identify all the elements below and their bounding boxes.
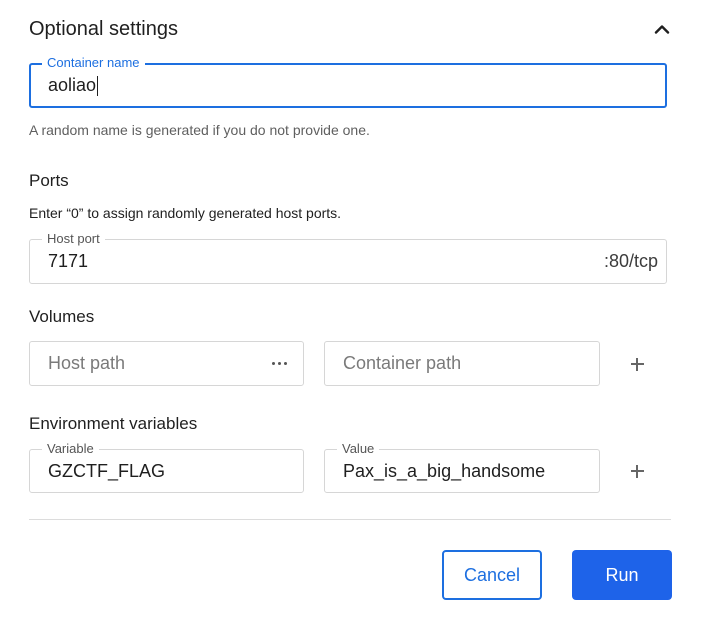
divider xyxy=(29,519,671,520)
collapse-button[interactable] xyxy=(647,14,677,44)
container-name-field[interactable]: Container name aoliao xyxy=(29,56,667,108)
host-path-field[interactable]: Host path xyxy=(29,341,304,386)
cancel-button[interactable]: Cancel xyxy=(442,550,542,600)
optional-settings-panel: Optional settings Container name aoliao … xyxy=(0,0,712,625)
chevron-up-icon xyxy=(654,25,670,34)
ports-heading: Ports xyxy=(29,171,69,190)
volumes-heading: Volumes xyxy=(29,307,95,326)
host-port-field[interactable]: Host port 7171 :80/tcp xyxy=(29,232,667,284)
run-button[interactable]: Run xyxy=(572,550,672,600)
env-variable-field[interactable]: Variable GZCTF_FLAG xyxy=(29,442,304,493)
container-port-suffix: :80/tcp xyxy=(603,251,658,271)
container-name-label: Container name xyxy=(42,56,145,70)
ports-description: Enter “0” to assign randomly generated h… xyxy=(29,205,342,221)
container-path-field[interactable]: Container path xyxy=(324,341,600,386)
env-variable-label: Variable xyxy=(42,442,99,456)
more-horizontal-icon[interactable] xyxy=(272,362,287,365)
host-path-input[interactable]: Host path xyxy=(48,353,125,374)
add-env-variable-button[interactable] xyxy=(622,456,652,486)
env-value-input[interactable]: Pax_is_a_big_handsome xyxy=(343,461,545,482)
host-port-label: Host port xyxy=(42,232,105,246)
plus-icon xyxy=(630,357,644,371)
env-variable-input[interactable]: GZCTF_FLAG xyxy=(48,461,165,482)
container-name-value: aoliao xyxy=(48,74,97,95)
container-name-helper: A random name is generated if you do not… xyxy=(29,122,370,138)
env-value-label: Value xyxy=(337,442,380,456)
optional-settings-header[interactable]: Optional settings xyxy=(29,14,671,44)
text-caret xyxy=(97,76,99,97)
container-name-input[interactable]: aoliao xyxy=(48,74,99,97)
section-title: Optional settings xyxy=(29,17,178,40)
plus-icon xyxy=(630,464,644,478)
add-volume-button[interactable] xyxy=(622,349,652,379)
container-path-input[interactable]: Container path xyxy=(343,353,461,374)
env-value-field[interactable]: Value Pax_is_a_big_handsome xyxy=(324,442,600,493)
host-port-input[interactable]: 7171 xyxy=(48,251,88,272)
env-heading: Environment variables xyxy=(29,414,198,433)
